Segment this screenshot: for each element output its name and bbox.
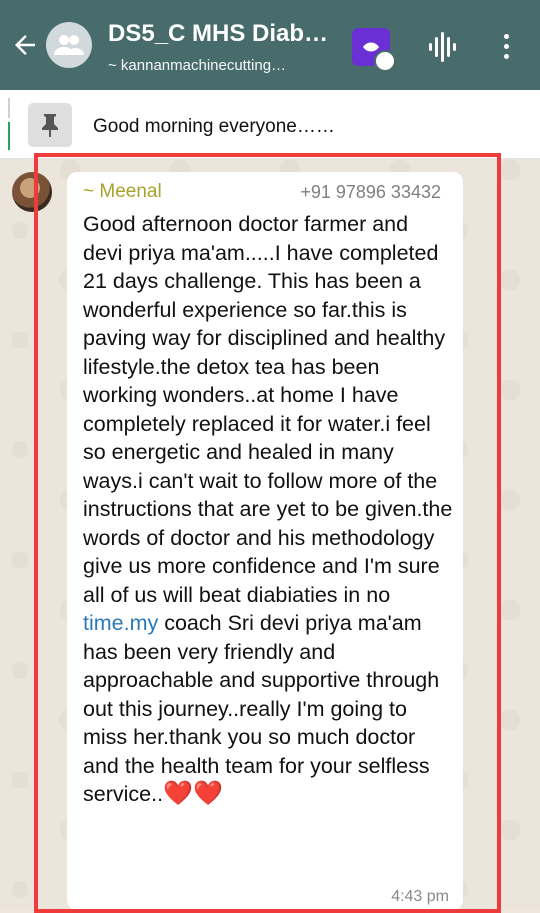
- message-bubble[interactable]: ~ Meenal +91 97896 33432 Good afternoon …: [67, 172, 463, 910]
- dropdown-dot-icon: [374, 50, 396, 72]
- sender-avatar[interactable]: [12, 172, 52, 212]
- pinned-message-text: Good morning everyone……: [93, 116, 335, 137]
- pin-icon: [28, 103, 72, 147]
- message-text: Good afternoon doctor farmer and devi pr…: [83, 210, 453, 809]
- sender-name[interactable]: ~ Meenal: [83, 181, 162, 203]
- message-text-part1: Good afternoon doctor farmer and devi pr…: [83, 212, 453, 607]
- group-icon: [54, 35, 84, 55]
- group-title[interactable]: DS5_C MHS Diab…: [108, 20, 338, 48]
- chat-header: DS5_C MHS Diab… ~ kannanmachinecutting…: [0, 0, 540, 90]
- message-link[interactable]: time.my: [83, 611, 158, 635]
- message-text-part2: coach Sri devi priya ma'am has been very…: [83, 611, 440, 806]
- sender-phone[interactable]: +91 97896 33432: [300, 182, 441, 203]
- more-vert-icon[interactable]: [496, 34, 516, 62]
- pinned-indicator-active: [8, 122, 10, 150]
- app-badge-icon[interactable]: [352, 28, 396, 72]
- group-avatar[interactable]: [46, 22, 92, 68]
- group-subtitle[interactable]: ~ kannanmachinecutting…: [108, 57, 338, 74]
- pinned-message-bar[interactable]: Good morning everyone……: [0, 90, 540, 159]
- audio-wave-icon[interactable]: [427, 32, 459, 67]
- heart-emoji: ❤️❤️: [163, 780, 223, 807]
- arrow-left-icon[interactable]: [8, 30, 42, 64]
- pinned-indicator: [8, 98, 10, 118]
- message-time: 4:43 pm: [391, 888, 449, 905]
